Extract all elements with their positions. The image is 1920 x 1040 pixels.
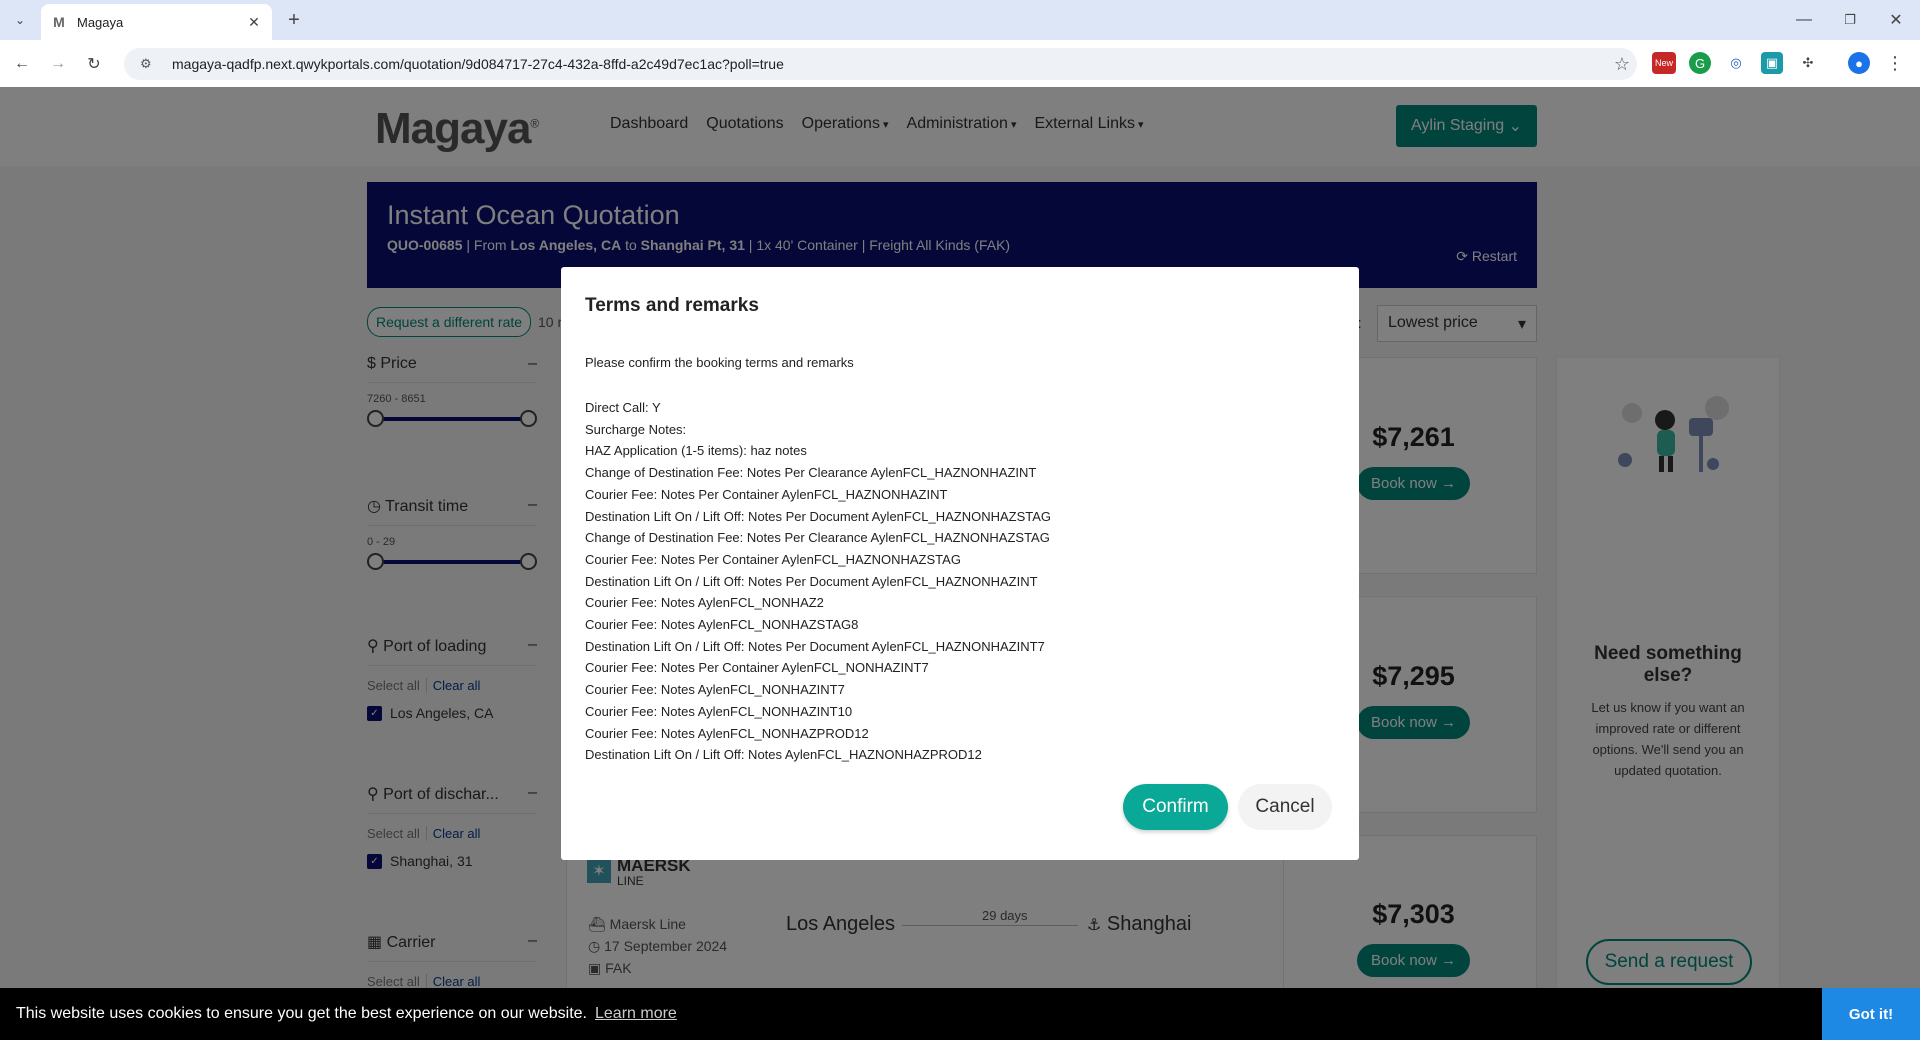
profile-avatar-icon[interactable]: ● (1848, 52, 1870, 74)
magaya-favicon-icon: M (53, 14, 65, 30)
learn-more-link[interactable]: Learn more (595, 1005, 677, 1023)
terms-line: Courier Fee: Notes AylenFCL_NONHAZSTAG8 (585, 617, 859, 633)
cancel-button[interactable]: Cancel (1238, 784, 1332, 830)
terms-line: Destination Lift On / Lift Off: Notes Ay… (585, 747, 982, 763)
browser-tab[interactable]: M Magaya ✕ (41, 4, 272, 40)
new-tab-icon[interactable]: + (282, 8, 306, 32)
terms-line: Change of Destination Fee: Notes Per Cle… (585, 465, 1037, 481)
terms-line: Destination Lift On / Lift Off: Notes Pe… (585, 573, 1038, 589)
close-window-icon[interactable]: ✕ (1884, 8, 1908, 32)
browser-toolbar: ← → ↻ ⚙ magaya-qadfp.next.qwykportals.co… (0, 40, 1920, 87)
terms-line: Change of Destination Fee: Notes Per Cle… (585, 530, 1050, 546)
tab-strip: ⌄ M Magaya ✕ + — ❐ ✕ (0, 0, 1920, 40)
terms-line: Surcharge Notes: (585, 421, 687, 437)
terms-line: Courier Fee: Notes Per Container AylenFC… (585, 551, 961, 567)
terms-line: Courier Fee: Notes Per Container AylenFC… (585, 486, 948, 502)
forward-icon[interactable]: → (46, 52, 70, 76)
browser-chrome: ⌄ M Magaya ✕ + — ❐ ✕ ← → ↻ ⚙ magaya-qadf… (0, 0, 1920, 87)
terms-line: Direct Call: Y (585, 400, 661, 415)
terms-line: Destination Lift On / Lift Off: Notes Pe… (585, 508, 1052, 524)
minimize-icon[interactable]: — (1792, 8, 1816, 32)
terms-line: Courier Fee: Notes AylenFCL_NONHAZINT10 (585, 703, 853, 719)
terms-line: Courier Fee: Notes Per Container AylenFC… (585, 660, 929, 676)
terms-line: Courier Fee: Notes AylenFCL_NONHAZPROD12 (585, 725, 869, 741)
terms-line: Destination Lift On / Lift Off: Notes Pe… (585, 638, 1045, 654)
browser-menu-icon[interactable]: ⋮ (1884, 52, 1906, 74)
reload-icon[interactable]: ↻ (82, 52, 106, 76)
bookmark-star-icon[interactable]: ☆ (1607, 54, 1637, 75)
close-tab-icon[interactable]: ✕ (246, 14, 262, 31)
extension-new-icon[interactable]: New (1652, 52, 1676, 74)
site-settings-icon[interactable]: ⚙ (140, 56, 160, 72)
terms-line: Courier Fee: Notes AylenFCL_NONHAZ2 (585, 595, 824, 611)
modal-intro: Please confirm the booking terms and rem… (585, 355, 854, 370)
cookie-text: This website uses cookies to ensure you … (16, 1005, 587, 1022)
restore-icon[interactable]: ❐ (1838, 8, 1862, 32)
password-extension-icon[interactable]: ◎ (1725, 52, 1747, 74)
app-extension-icon[interactable]: ▣ (1761, 52, 1783, 74)
back-icon[interactable]: ← (10, 52, 34, 76)
url-text: magaya-qadfp.next.qwykportals.com/quotat… (172, 56, 784, 72)
tab-search-chevron-icon[interactable]: ⌄ (8, 8, 32, 32)
grammarly-extension-icon[interactable]: G (1689, 52, 1711, 74)
terms-line: HAZ Application (1-5 items): haz notes (585, 443, 807, 459)
got-it-button[interactable]: Got it! (1822, 988, 1920, 1040)
confirm-button[interactable]: Confirm (1123, 784, 1228, 830)
terms-list: Direct Call: Y Surcharge Notes: HAZ Appl… (585, 397, 1051, 766)
modal-title: Terms and remarks (585, 295, 759, 316)
extensions-puzzle-icon[interactable]: ✣ (1797, 52, 1819, 74)
tab-title: Magaya (77, 14, 124, 30)
cookie-banner: This website uses cookies to ensure you … (0, 988, 1920, 1040)
terms-line: Courier Fee: Notes AylenFCL_NONHAZINT7 (585, 682, 845, 698)
terms-modal: Terms and remarks Please confirm the boo… (561, 267, 1359, 860)
address-bar[interactable]: ⚙ magaya-qadfp.next.qwykportals.com/quot… (124, 48, 1637, 80)
